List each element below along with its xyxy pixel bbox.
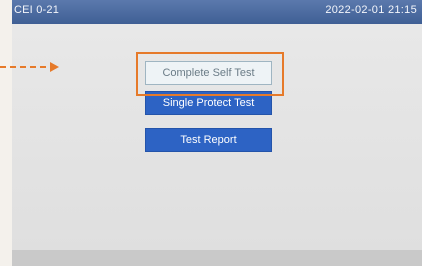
bottom-bezel bbox=[12, 250, 422, 266]
datetime: 2022-02-01 21:15 bbox=[325, 4, 417, 16]
highlight-box bbox=[136, 52, 284, 96]
test-report-button[interactable]: Test Report bbox=[145, 128, 272, 152]
pointer-arrow-icon bbox=[0, 62, 59, 72]
status-bar: CEI 0-21 2022-02-01 21:15 bbox=[12, 0, 422, 24]
device-screen: CEI 0-21 2022-02-01 21:15 Complete Self … bbox=[12, 0, 422, 266]
main-panel: Complete Self Test Single Protect Test T… bbox=[12, 24, 422, 250]
